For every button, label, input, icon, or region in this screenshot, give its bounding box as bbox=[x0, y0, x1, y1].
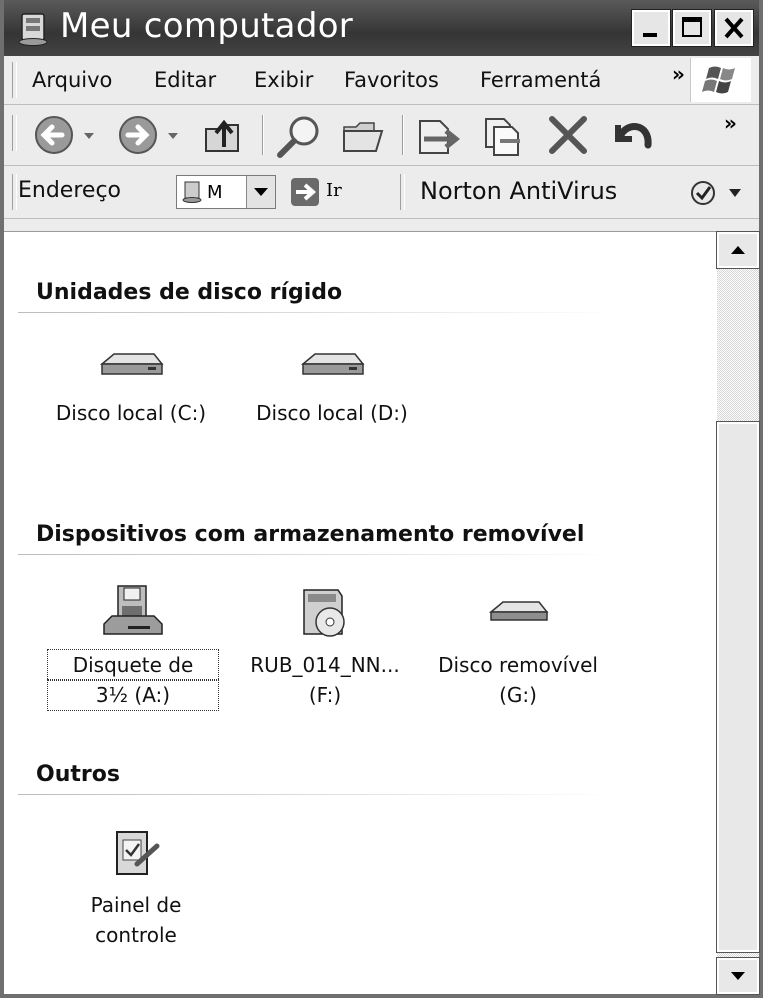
title-bar[interactable]: Meu computador bbox=[4, 0, 759, 56]
scroll-up-button[interactable] bbox=[716, 231, 760, 269]
control-panel-label-line1: Painel de bbox=[90, 893, 182, 917]
address-label: Endereço bbox=[18, 178, 121, 203]
toolbar-separator bbox=[402, 115, 404, 155]
floppy-drive-icon bbox=[103, 585, 163, 635]
windows-flag-icon bbox=[702, 66, 735, 94]
delete-icon[interactable] bbox=[544, 111, 592, 159]
scroll-up-arrow-icon bbox=[731, 246, 745, 254]
drive-label-line1: Disquete de bbox=[47, 649, 219, 681]
section-title-removable: Dispositivos com armazenamento removível bbox=[36, 522, 585, 547]
toolbar-grip[interactable] bbox=[12, 115, 17, 151]
removable-disk-icon bbox=[488, 601, 549, 621]
drive-label: Disco local (C:) bbox=[55, 401, 207, 425]
menu-arquivo[interactable]: Arquivo bbox=[32, 68, 112, 92]
toolbar-separator bbox=[262, 115, 264, 155]
minimize-button[interactable] bbox=[631, 9, 671, 47]
folders-icon[interactable] bbox=[336, 111, 392, 159]
address-value: M bbox=[207, 182, 223, 203]
move-to-icon[interactable] bbox=[410, 111, 466, 159]
control-panel-label-line2: controle bbox=[95, 923, 177, 947]
menu-ferramentas[interactable]: Ferramentá bbox=[480, 68, 601, 92]
menu-bar: Arquivo Editar Exibir Favoritos Ferramen… bbox=[4, 56, 759, 105]
drive-item-g-removable[interactable]: Disco removível (G:) bbox=[424, 584, 612, 710]
norton-grip[interactable] bbox=[400, 174, 405, 210]
window-title: Meu computador bbox=[60, 6, 354, 46]
drive-label-line1: RUB_014_NN... bbox=[250, 653, 400, 677]
file-list-pane[interactable]: Unidades de disco rígido Disco local (C:… bbox=[4, 232, 717, 994]
back-arrow-icon[interactable] bbox=[30, 111, 100, 159]
vertical-scrollbar[interactable] bbox=[716, 231, 760, 995]
address-input[interactable]: M bbox=[176, 175, 276, 209]
menu-editar[interactable]: Editar bbox=[154, 68, 216, 92]
maximize-icon bbox=[682, 17, 702, 37]
menu-exibir[interactable]: Exibir bbox=[254, 68, 313, 92]
explorer-window: Meu computador Arquivo Editar Exibir Fav… bbox=[0, 0, 763, 998]
control-panel-icon bbox=[116, 831, 160, 875]
folder-up-icon[interactable] bbox=[200, 111, 246, 159]
windows-logo bbox=[690, 58, 751, 102]
section-divider bbox=[18, 794, 620, 795]
drive-item-d[interactable]: Disco local (D:) bbox=[232, 348, 432, 428]
drive-label-line2: 3½ (A:) bbox=[47, 679, 219, 711]
go-button-label[interactable]: Ir bbox=[326, 180, 342, 201]
norton-antivirus-label[interactable]: Norton AntiVirus bbox=[420, 177, 617, 205]
standard-toolbar: » bbox=[4, 105, 759, 166]
drive-item-c[interactable]: Disco local (C:) bbox=[26, 348, 236, 428]
scrollbar-thumb[interactable] bbox=[716, 421, 760, 953]
drive-label: Disco local (D:) bbox=[256, 401, 408, 425]
my-computer-icon bbox=[182, 181, 202, 203]
minimize-icon bbox=[643, 33, 657, 37]
address-dropdown-button[interactable] bbox=[246, 176, 275, 208]
section-divider bbox=[18, 554, 620, 555]
close-button[interactable] bbox=[714, 9, 754, 47]
drive-label-line1: Disco removível bbox=[438, 653, 598, 677]
scroll-down-button[interactable] bbox=[716, 957, 760, 995]
addressbar-grip[interactable] bbox=[12, 174, 17, 210]
control-panel-item[interactable]: Painel de controle bbox=[56, 824, 216, 950]
close-icon bbox=[724, 17, 744, 39]
section-divider bbox=[18, 312, 620, 313]
section-title-hard-drives: Unidades de disco rígido bbox=[36, 280, 343, 305]
cd-drive-icon bbox=[303, 589, 345, 637]
go-arrow-icon[interactable] bbox=[290, 177, 320, 207]
scroll-down-arrow-icon bbox=[731, 972, 745, 980]
hard-drive-icon bbox=[99, 353, 164, 375]
norton-shield-icon[interactable] bbox=[690, 180, 716, 206]
drive-label-line2: (G:) bbox=[499, 683, 537, 707]
copy-to-icon[interactable] bbox=[474, 111, 530, 159]
my-computer-icon bbox=[18, 13, 48, 46]
chevron-down-icon[interactable] bbox=[727, 186, 743, 200]
section-title-others: Outros bbox=[36, 762, 120, 787]
search-icon[interactable] bbox=[272, 111, 328, 159]
menu-grip[interactable] bbox=[12, 62, 17, 98]
address-bar: Endereço M Ir Norton AntiVirus bbox=[4, 166, 759, 219]
drive-item-a-floppy[interactable]: Disquete de 3½ (A:) bbox=[47, 584, 219, 711]
hard-drive-icon bbox=[300, 353, 365, 375]
toolbar-bottom-edge bbox=[4, 219, 759, 232]
chevron-down-icon bbox=[254, 188, 268, 196]
drive-item-f-cd[interactable]: RUB_014_NN... (F:) bbox=[230, 584, 420, 710]
menu-favoritos[interactable]: Favoritos bbox=[344, 68, 439, 92]
forward-arrow-icon[interactable] bbox=[114, 111, 184, 159]
drive-label-line2: (F:) bbox=[308, 683, 342, 707]
undo-icon[interactable] bbox=[604, 111, 660, 159]
toolbar-overflow-chevron[interactable]: » bbox=[724, 111, 737, 135]
maximize-button[interactable] bbox=[672, 9, 712, 47]
menu-overflow-chevron[interactable]: » bbox=[672, 62, 685, 86]
